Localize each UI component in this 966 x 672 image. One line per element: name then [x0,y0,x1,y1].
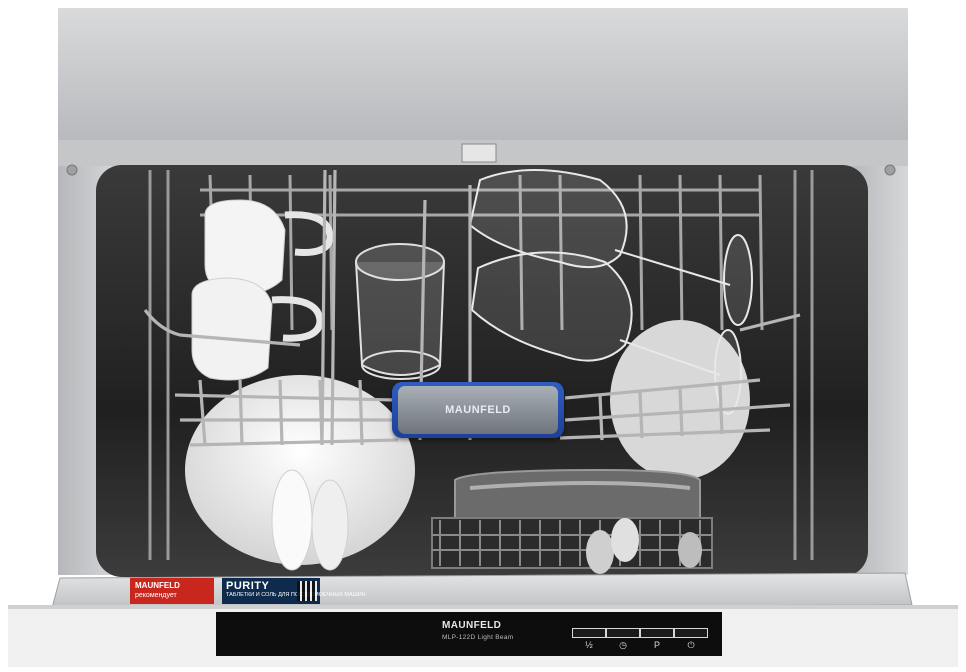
program-button[interactable] [640,628,674,638]
screw-right [884,164,896,176]
power-icon: ⏻ [687,640,695,650]
brand-sticker-name: MAUNFELD [135,581,180,590]
power-button[interactable] [674,628,708,638]
brand-sticker: MAUNFELD рекомендует [130,578,214,604]
glass-tumbler [355,243,445,380]
dishwasher-photo: MAUNFELD MAUNFELD рекомендует PURITY ТАБ… [0,0,966,672]
half-load-button[interactable] [572,628,606,638]
purity-sticker: PURITY ТАБЛЕТКИ И СОЛЬ ДЛЯ ПОСУДОМОЕЧНЫХ… [222,578,366,604]
handle-plate: MAUNFELD [398,386,558,434]
control-panel: MAUNFELD MLP-122D Light Beam ½ ◷ P ⏻ [216,612,722,656]
dishwasher-illustration [8,8,958,667]
door-front-shadow [8,605,958,609]
door-latch [461,143,497,163]
lower-basket [431,468,713,574]
clock-icon: ◷ [619,640,627,650]
delay-timer-button[interactable] [606,628,640,638]
panel-brand-logo: MAUNFELD [442,620,502,631]
basket-handle[interactable]: MAUNFELD [392,382,564,438]
top-panel [58,8,908,142]
handle-brand-logo: MAUNFELD [445,404,511,416]
screw-left [66,164,78,176]
program-icon: P [653,640,660,650]
panel-model-name: MLP-122D Light Beam [442,634,514,641]
qr-code-icon [297,581,317,601]
brand-sticker-sub: рекомендует [135,592,177,599]
half-load-icon: ½ [585,640,593,650]
